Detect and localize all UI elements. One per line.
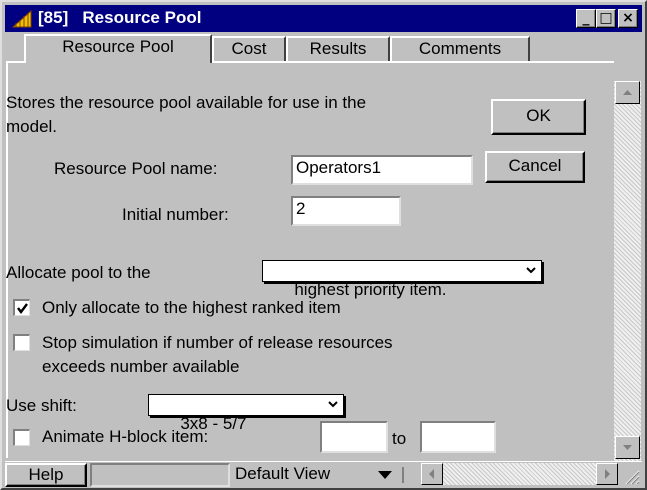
horizontal-scrollbar[interactable]: [421, 463, 618, 485]
close-icon: ×: [622, 10, 634, 26]
ok-label: OK: [526, 106, 551, 125]
resize-grip-icon: [625, 470, 640, 485]
tab-label: Resource Pool: [62, 37, 174, 56]
use-shift-popup[interactable]: 3x8 - 5/7: [148, 394, 344, 433]
scroll-right-button[interactable]: [596, 463, 618, 485]
animate-from-field[interactable]: [320, 421, 388, 453]
tab-label: Cost: [231, 39, 267, 58]
chevron-down-icon: [328, 401, 338, 408]
tab-resource-pool[interactable]: Resource Pool: [24, 34, 212, 63]
stop-simulation-checkbox[interactable]: [13, 334, 30, 351]
view-label: Default View: [235, 464, 331, 483]
arrow-down-icon: [623, 445, 632, 450]
scroll-up-button[interactable]: [615, 81, 640, 104]
scroll-left-button[interactable]: [421, 463, 443, 485]
resource-pool-panel: Stores the resource pool available for u…: [6, 61, 614, 458]
stop-simulation-label-line-1: Stop simulation if number of release res…: [42, 333, 393, 352]
tab-comments[interactable]: Comments: [390, 36, 530, 62]
tab-label: Comments: [418, 39, 502, 58]
status-bar: Help Default View: [5, 461, 642, 487]
only-allocate-checkbox[interactable]: [13, 299, 30, 316]
close-button[interactable]: ×: [618, 9, 638, 28]
help-label: Help: [28, 465, 64, 484]
maximize-icon: □: [599, 10, 613, 26]
window-title: [85] Resource Pool: [38, 8, 202, 27]
resource-pool-dialog: [85] Resource Pool _ □ × Resource Pool C…: [0, 0, 647, 490]
to-label: to: [392, 429, 407, 448]
arrow-up-icon: [623, 90, 632, 95]
animate-label: Animate H-block item:: [42, 427, 209, 446]
cancel-label: Cancel: [508, 156, 562, 175]
tab-cost[interactable]: Cost: [212, 36, 286, 62]
stop-simulation-label-line-2: exceeds number available: [42, 357, 240, 376]
animate-to-field[interactable]: [420, 421, 496, 453]
tab-results[interactable]: Results: [286, 36, 390, 62]
maximize-button[interactable]: □: [596, 9, 616, 28]
arrow-right-icon: [605, 469, 610, 479]
arrow-left-icon: [429, 469, 434, 479]
allocate-value: highest priority item.: [294, 280, 447, 299]
checkmark-icon: [17, 303, 28, 314]
help-button[interactable]: Help: [5, 463, 87, 487]
animate-checkbox[interactable]: [13, 429, 30, 446]
minimize-icon: _: [582, 10, 590, 26]
extend-block-icon: [11, 9, 33, 29]
pool-name-label: Resource Pool name:: [54, 159, 218, 178]
minimize-button[interactable]: _: [576, 9, 596, 28]
cancel-button[interactable]: Cancel: [485, 151, 585, 183]
scroll-down-button[interactable]: [615, 436, 640, 459]
vertical-scrollbar[interactable]: [614, 81, 641, 461]
ok-button[interactable]: OK: [491, 99, 586, 135]
use-shift-label: Use shift:: [6, 396, 77, 415]
description-line-1: Stores the resource pool available for u…: [6, 93, 367, 112]
help-status-field: [90, 463, 230, 487]
only-allocate-label: Only allocate to the highest ranked item: [42, 298, 341, 317]
chevron-down-icon: [526, 267, 536, 274]
title-bar[interactable]: [85] Resource Pool _ □ ×: [5, 5, 642, 32]
allocate-popup[interactable]: highest priority item.: [262, 260, 542, 299]
description-line-2: model.: [6, 117, 58, 136]
initial-number-label: Initial number:: [122, 205, 229, 224]
initial-number-field[interactable]: 2: [291, 196, 401, 226]
pool-name-field[interactable]: Operators1: [291, 155, 473, 185]
dropdown-arrow-icon: [378, 467, 404, 483]
allocate-label: Allocate pool to the: [6, 263, 151, 282]
resize-grip[interactable]: [620, 464, 640, 485]
view-dropdown[interactable]: [370, 466, 410, 484]
tab-label: Results: [309, 39, 367, 58]
